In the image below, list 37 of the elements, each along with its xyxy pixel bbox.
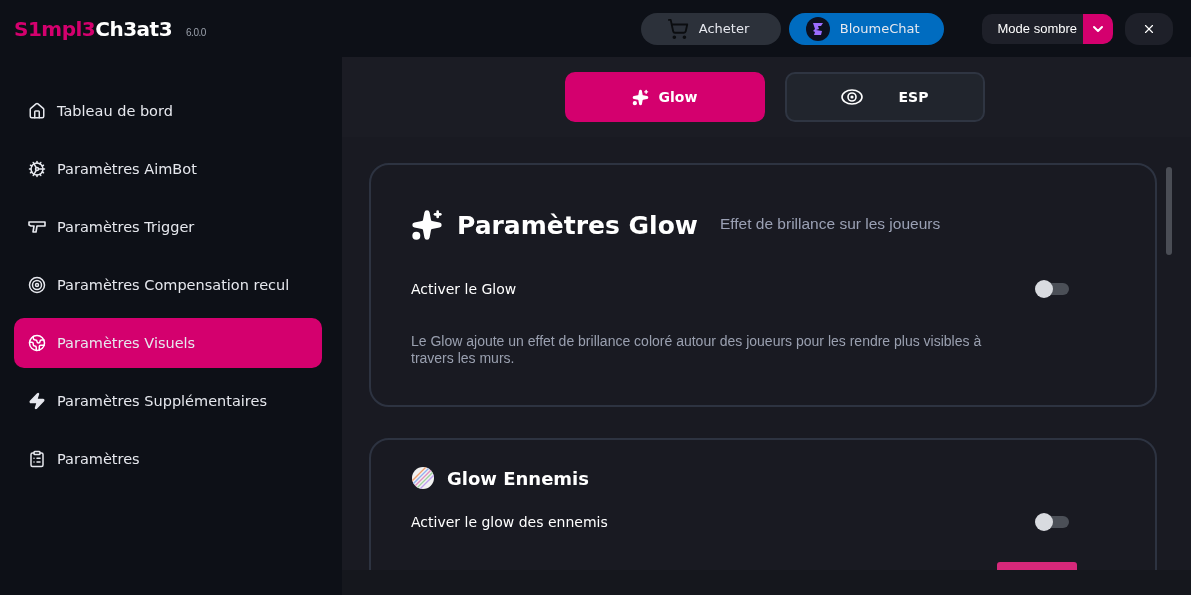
brand-name: Ch3at3 xyxy=(95,16,173,41)
buy-button[interactable]: Acheter xyxy=(640,12,781,45)
sidebar-item[interactable]: Paramètres Supplémentaires xyxy=(14,376,322,426)
setting-label: Activer le glow des ennemis xyxy=(411,514,608,530)
tab[interactable]: Glow xyxy=(564,72,765,122)
community-button[interactable]: BloumeChat xyxy=(788,12,944,45)
sidebar-item[interactable]: Paramètres Visuels xyxy=(14,318,322,368)
section-title: Glow Ennemis xyxy=(447,467,589,489)
theme-select[interactable]: Mode sombre xyxy=(981,13,1113,44)
cart-icon xyxy=(666,17,689,40)
eye-icon xyxy=(840,89,863,105)
lightning-icon xyxy=(28,392,46,410)
close-button[interactable] xyxy=(1125,12,1173,45)
target-icon xyxy=(28,276,46,294)
sidebar-item[interactable]: Paramètres AimBot xyxy=(14,144,322,194)
setting-label: Activer le Glow xyxy=(411,281,517,297)
sidebar-item[interactable]: Tableau de bord xyxy=(14,86,322,136)
clipboard-icon xyxy=(28,450,46,468)
sidebar-item[interactable]: Paramètres Trigger xyxy=(14,202,322,252)
section-title: Paramètres Glow xyxy=(457,210,698,240)
tab[interactable]: ESP xyxy=(784,72,985,122)
sidebar-item[interactable]: Paramètres Compensation recul xyxy=(14,260,322,310)
gear-icon xyxy=(28,160,46,178)
sparkles-icon xyxy=(631,88,649,106)
house-icon xyxy=(28,102,46,120)
scrollbar[interactable] xyxy=(1166,167,1172,255)
description-text: Le Glow ajoute un effet de brillance coloré autour des joueurs pour les rendre plus visibles à travers les murs. xyxy=(411,333,983,367)
section-subtitle: Effet de brillance sur les joueurs xyxy=(719,215,941,233)
striped-ball-icon xyxy=(411,466,435,490)
logo-icon xyxy=(805,16,830,41)
globe-icon xyxy=(28,334,46,352)
version-label: 6.0.0 xyxy=(186,26,206,38)
sidebar-item[interactable]: Paramètres xyxy=(14,434,322,484)
brand-name: S1mpl3 xyxy=(14,16,96,41)
toggle-switch[interactable] xyxy=(1037,516,1069,528)
sparkles-icon xyxy=(411,209,443,241)
toggle-switch[interactable] xyxy=(1037,283,1069,295)
